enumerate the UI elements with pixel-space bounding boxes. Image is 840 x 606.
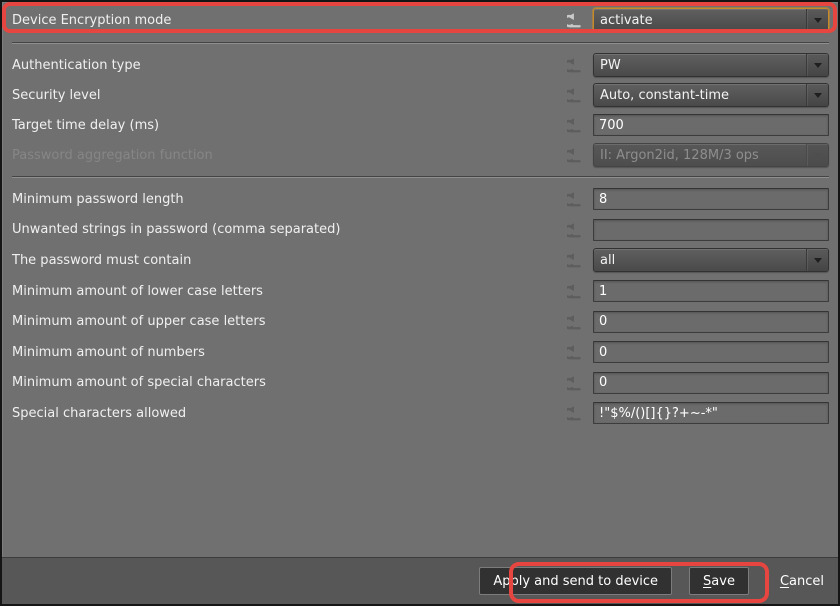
form-row-minimum-amount-of-special-characters: Minimum amount of special characters — [12, 368, 829, 399]
field-label: Minimum amount of lower case letters — [12, 284, 566, 299]
reset-icon — [566, 147, 586, 163]
dropdown-selected-value: all — [600, 253, 806, 268]
field-label: Security level — [12, 88, 566, 103]
reset-icon[interactable] — [566, 283, 586, 299]
input-minimum-amount-of-lower-case-letters[interactable] — [593, 280, 829, 302]
group-encryption: Device Encryption mode activate — [12, 6, 829, 34]
apply-and-send-button[interactable]: Apply and send to device — [479, 567, 672, 595]
form-row-special-characters-allowed: Special characters allowed — [12, 398, 829, 429]
field-label: Minimum password length — [12, 192, 566, 207]
input-special-characters-allowed[interactable] — [593, 402, 829, 424]
field-label: Minimum amount of special characters — [12, 375, 566, 390]
input-minimum-amount-of-numbers[interactable] — [593, 341, 829, 363]
chevron-down-icon — [806, 9, 828, 31]
cancel-mnemonic: C — [780, 574, 789, 589]
chevron-down-icon — [806, 84, 828, 106]
footer-bar: Apply and send to device Save Cancel — [2, 557, 838, 604]
field-label: Device Encryption mode — [12, 13, 566, 28]
dropdown-password-aggregation-function: II: Argon2id, 128M/3 ops — [593, 143, 829, 167]
save-button[interactable]: Save — [689, 567, 749, 595]
cancel-label-rest: ancel — [789, 574, 824, 589]
form-row-the-password-must-contain: The password must contain all — [12, 245, 829, 276]
form-content: Device Encryption mode activate Authentic… — [2, 2, 838, 557]
reset-icon[interactable] — [566, 12, 586, 28]
form-row-minimum-password-length: Minimum password length — [12, 184, 829, 215]
field-label: Target time delay (ms) — [12, 118, 566, 133]
field-label: Minimum amount of upper case letters — [12, 314, 566, 329]
dropdown-selected-value: activate — [600, 13, 806, 28]
reset-icon[interactable] — [566, 117, 586, 133]
field-label: Special characters allowed — [12, 406, 566, 421]
dropdown-authentication-type[interactable]: PW — [593, 53, 829, 77]
field-label: The password must contain — [12, 253, 566, 268]
form-row-authentication-type: Authentication type PW — [12, 50, 829, 80]
field-label: Authentication type — [12, 58, 566, 73]
form-row-minimum-amount-of-numbers: Minimum amount of numbers — [12, 337, 829, 368]
reset-icon[interactable] — [566, 344, 586, 360]
form-row-target-time-delay-ms: Target time delay (ms) — [12, 110, 829, 140]
dropdown-device-encryption-mode[interactable]: activate — [593, 8, 829, 32]
input-unwanted-strings-in-password-comma-separated[interactable] — [593, 219, 829, 241]
input-minimum-password-length[interactable] — [593, 188, 829, 210]
separator — [12, 176, 829, 178]
dropdown-selected-value: Auto, constant-time — [600, 88, 806, 103]
device-settings-dialog: Device Encryption mode activate Authentic… — [0, 0, 840, 606]
field-label: Unwanted strings in password (comma sepa… — [12, 222, 566, 237]
field-label: Minimum amount of numbers — [12, 345, 566, 360]
reset-icon[interactable] — [566, 222, 586, 238]
chevron-down-icon — [806, 144, 828, 166]
group-authentication: Authentication type PW Security level Auto,… — [12, 50, 829, 170]
save-label-rest: ave — [711, 574, 735, 589]
reset-icon[interactable] — [566, 57, 586, 73]
dropdown-selected-value: II: Argon2id, 128M/3 ops — [600, 148, 806, 163]
reset-icon[interactable] — [566, 252, 586, 268]
dropdown-the-password-must-contain[interactable]: all — [593, 248, 829, 272]
reset-icon[interactable] — [566, 375, 586, 391]
input-minimum-amount-of-upper-case-letters[interactable] — [593, 311, 829, 333]
form-row-device-encryption-mode: Device Encryption mode activate — [12, 6, 829, 34]
reset-icon[interactable] — [566, 405, 586, 421]
input-minimum-amount-of-special-characters[interactable] — [593, 372, 829, 394]
form-row-minimum-amount-of-upper-case-letters: Minimum amount of upper case letters — [12, 306, 829, 337]
form-row-security-level: Security level Auto, constant-time — [12, 80, 829, 110]
chevron-down-icon — [806, 54, 828, 76]
group-password-policy: Minimum password length Unwanted strings … — [12, 184, 829, 429]
form-row-password-aggregation-function: Password aggregation function II: Argon2i… — [12, 140, 829, 170]
reset-icon[interactable] — [566, 191, 586, 207]
separator — [12, 42, 829, 44]
reset-icon[interactable] — [566, 314, 586, 330]
field-label: Password aggregation function — [12, 148, 566, 163]
dropdown-security-level[interactable]: Auto, constant-time — [593, 83, 829, 107]
form-row-minimum-amount-of-lower-case-letters: Minimum amount of lower case letters — [12, 276, 829, 307]
chevron-down-icon — [806, 249, 828, 271]
cancel-button[interactable]: Cancel — [776, 567, 828, 595]
form-row-unwanted-strings-in-password-comma-separated: Unwanted strings in password (comma sepa… — [12, 215, 829, 246]
dropdown-selected-value: PW — [600, 58, 806, 73]
reset-icon[interactable] — [566, 87, 586, 103]
input-target-time-delay-ms[interactable] — [593, 114, 829, 136]
